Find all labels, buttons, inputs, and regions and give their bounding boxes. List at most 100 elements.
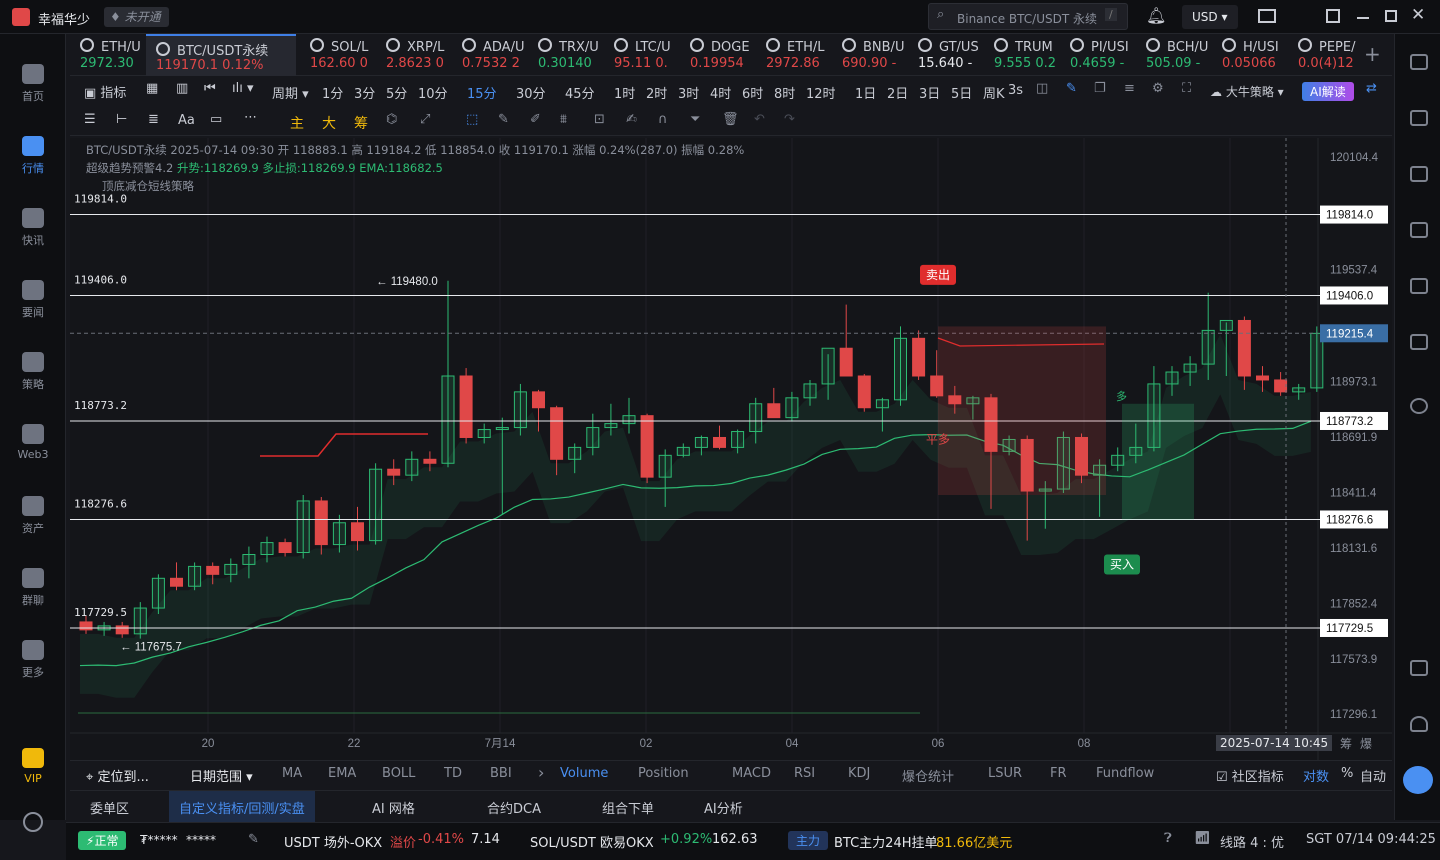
currency-select[interactable]: USD ▾ [1182,5,1238,29]
ticker-tab-9[interactable]: BNB/U 690.90 - [832,34,908,76]
signal-icon[interactable] [1410,222,1428,238]
bell-icon[interactable]: 🔔︎ [1146,6,1166,25]
period-9[interactable]: 3时 [678,83,699,102]
brush-icon[interactable]: ✎ [498,112,509,127]
period-18[interactable]: 周K [983,83,1005,102]
settings-icon[interactable] [23,812,43,832]
indicator-tab-5[interactable]: Volume [560,766,608,781]
draw-tool-icon-2[interactable]: ⤢ [420,112,430,127]
bottom-tab-2[interactable]: AI 网格 [362,791,425,822]
trash-icon[interactable]: 🗑︎ [722,112,739,127]
locate-button[interactable]: ⌖ 定位到... [86,766,149,785]
bottom-tab-0[interactable]: 委单区 [80,791,139,822]
ticker-tab-13[interactable]: BCH/U 505.09 - [1136,34,1212,76]
main-chart-toggle[interactable]: 主 [290,113,304,133]
finance-icon[interactable] [1410,166,1428,182]
sidebar-item-headlines[interactable]: 要闻 [0,272,66,336]
bottom-tab-1[interactable]: 自定义指标/回测/实盘 [169,791,315,822]
gear-icon[interactable]: ⚙ [1152,81,1164,96]
auto-scale-toggle[interactable]: 自动 [1360,766,1386,785]
indicator-tab-13[interactable]: Fundflow [1096,766,1154,781]
percent-scale-toggle[interactable]: % [1341,766,1353,781]
layout-grid-icon[interactable]: ▥ [176,81,188,96]
indicator-tab-6[interactable]: Position [638,766,689,781]
ai-interpret-button[interactable]: AI解读 [1302,82,1354,101]
period-select[interactable]: 周期 ▾ [272,83,309,102]
list-icon[interactable]: ≡ [1124,81,1135,96]
ticker-tab-12[interactable]: PI/USI 0.4659 - [1060,34,1136,76]
ticker-tab-0[interactable]: ETH/U 2972.30 [70,34,146,76]
fullscreen-icon[interactable]: ⛶ [1182,81,1191,96]
ticker-tab-14[interactable]: H/USI 0.05066 [1212,34,1288,76]
candlestick-chart[interactable]: 119814.0 119814.0 119406.0 119406.0 118773.2… [70,138,1392,760]
period-16[interactable]: 3日 [919,83,940,102]
log-scale-toggle[interactable]: 对数 [1303,766,1329,785]
notes-icon[interactable] [1410,110,1428,126]
ticker-tab-10[interactable]: GT/US 15.640 - [908,34,984,76]
period-6[interactable]: 45分 [565,83,595,102]
period-2[interactable]: 5分 [386,83,407,102]
camera-icon[interactable]: ◫ [1036,81,1048,96]
layout-icon[interactable] [1326,9,1340,23]
period-14[interactable]: 1日 [855,83,876,102]
indicator-button[interactable]: ▣ 指标 [84,82,126,101]
search-input[interactable]: Binance BTC/USDT 永续 [957,10,1097,27]
text-tool-icon[interactable]: Aa [178,113,195,128]
ticker-tab-1[interactable]: BTC/USDT永续 119170.1 0.12% [146,34,296,76]
edit-icon[interactable]: ✍ [626,112,637,127]
indicator-tab-1[interactable]: EMA [328,766,356,781]
date-range-select[interactable]: 日期范围 ▾ [190,766,253,785]
magnet-icon[interactable]: ∩ [658,112,668,127]
copy-icon[interactable]: ❐ [1094,81,1106,96]
chart-area[interactable]: 119814.0 119814.0 119406.0 119406.0 118773.2… [70,138,1392,760]
indicator-tab-12[interactable]: FR [1050,766,1067,781]
ticker-tab-5[interactable]: TRX/U 0.30140 [528,34,604,76]
period-10[interactable]: 4时 [710,83,731,102]
more-tools-icon[interactable]: ⋯ [244,110,257,125]
period-11[interactable]: 6时 [742,83,763,102]
period-4[interactable]: 15分 [467,83,497,102]
share-icon[interactable]: ⇄ [1366,81,1377,96]
ticker-tab-15[interactable]: PEPE/0.0(4)12 [1288,34,1364,76]
filter-icon[interactable]: ⏷ [690,112,700,127]
sidebar-item-chat[interactable]: 群聊 [0,560,66,624]
undo-icon[interactable]: ↶ [754,112,765,127]
period-0[interactable]: 1分 [322,83,343,102]
indicator-tab-9[interactable]: KDJ [848,766,870,781]
ticker-tab-4[interactable]: ADA/U 0.7532 2 [452,34,528,76]
ticker-tab-6[interactable]: LTC/U 95.11 0. [604,34,680,76]
assistant-icon[interactable] [1403,766,1433,794]
ticker-tab-11[interactable]: TRUM 9.555 0.2 [984,34,1060,76]
sidebar-item-assets[interactable]: 资产 [0,488,66,552]
bottom-tab-4[interactable]: 组合下单 [592,791,664,822]
pattern-icon[interactable]: ⩩ [560,112,567,127]
close-icon[interactable]: ✕ [1411,5,1425,25]
ticker-tab-7[interactable]: DOGE 0.19954 [680,34,756,76]
indicator-tab-11[interactable]: LSUR [988,766,1022,781]
period-1[interactable]: 3分 [354,83,375,102]
indicator-tab-10[interactable]: 爆仓统计 [902,766,954,785]
indicator-tab-2[interactable]: BOLL [382,766,415,781]
hamburger-icon[interactable]: ☰ [84,112,96,127]
sidebar-item-web3[interactable]: Web3 [0,416,66,480]
period-17[interactable]: 5日 [951,83,972,102]
search-box[interactable]: ⌕ Binance BTC/USDT 永续 / [928,3,1128,30]
minimize-icon[interactable] [1357,17,1369,19]
period-3[interactable]: 10分 [418,83,448,102]
help-icon[interactable]: ❓︎ [1164,831,1172,846]
lock-icon[interactable]: ⊡ [594,112,605,127]
period-15[interactable]: 2日 [887,83,908,102]
fib-tool-icon[interactable]: ≣ [148,112,159,127]
sidebar-item-more[interactable]: 更多 [0,632,66,696]
period-7[interactable]: 1时 [614,83,635,102]
sidebar-item-home[interactable]: 首页 [0,56,66,120]
subscription-badge[interactable]: ♦ 未开通 [104,7,169,27]
ticker-tab-3[interactable]: XRP/L 2.8623 0 [376,34,452,76]
calendar-icon[interactable]: ▦ [146,81,158,96]
chevron-right-icon[interactable]: › [538,763,544,782]
bottom-tab-5[interactable]: AI分析 [694,791,753,822]
indicator-tab-0[interactable]: MA [282,766,302,781]
chips-toggle[interactable]: 筹 [354,113,368,133]
period-13[interactable]: 12时 [806,83,836,102]
panel-icon[interactable] [1410,660,1428,676]
